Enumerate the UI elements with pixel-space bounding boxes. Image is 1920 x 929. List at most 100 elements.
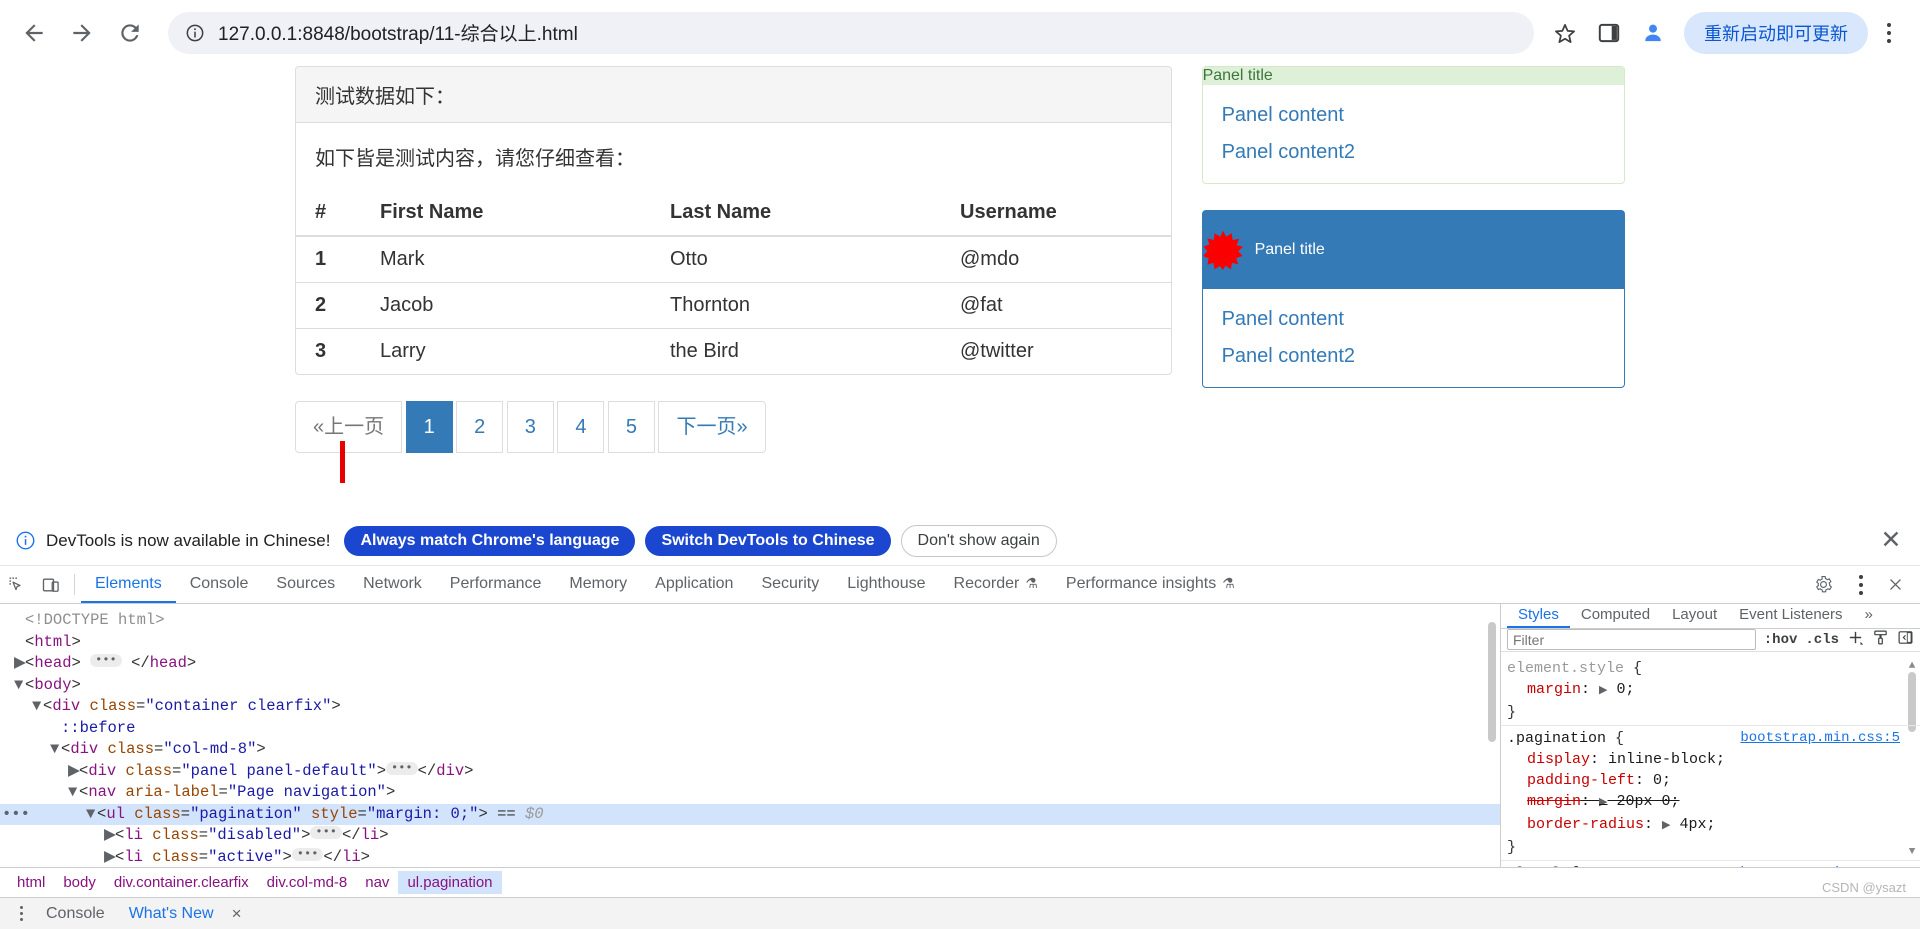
breadcrumb-body[interactable]: body bbox=[54, 871, 105, 894]
tab-lighthouse[interactable]: Lighthouse bbox=[833, 566, 939, 603]
disclosure-triangle-icon[interactable]: ▼ bbox=[68, 782, 79, 804]
breadcrumb-col-md-8[interactable]: div.col-md-8 bbox=[258, 871, 357, 894]
pagination-page-3[interactable]: 3 bbox=[506, 401, 554, 454]
address-bar[interactable]: 127.0.0.1:8848/bootstrap/11-综合以上.html bbox=[168, 11, 1534, 54]
style-source-link[interactable]: bootstrap.min.css:5 bbox=[1740, 728, 1900, 749]
panel-content-link[interactable]: Panel content2 bbox=[1222, 141, 1605, 164]
breadcrumb-html[interactable]: html bbox=[8, 871, 54, 894]
dom-node[interactable]: ▶<head> ••• </head> bbox=[0, 653, 1500, 675]
styles-tab-event-listeners[interactable]: Event Listeners bbox=[1728, 604, 1853, 628]
dom-node[interactable]: ▼ <div class="container clearfix"> bbox=[0, 696, 1500, 718]
tab-console[interactable]: Console bbox=[176, 566, 263, 603]
forward-button[interactable] bbox=[62, 13, 102, 53]
scrollbar-thumb[interactable] bbox=[1488, 622, 1496, 742]
dom-node[interactable]: ▼ <body> bbox=[0, 675, 1500, 697]
dom-node[interactable]: ▼ <div class="col-md-8"> bbox=[0, 739, 1500, 761]
dom-node[interactable]: ▶<li class="active"> ••• </li> bbox=[0, 847, 1500, 868]
devtools-more-button[interactable] bbox=[1844, 564, 1878, 606]
dom-scrollbar[interactable] bbox=[1486, 608, 1498, 778]
dont-show-again-button[interactable]: Don't show again bbox=[900, 524, 1057, 557]
dom-node[interactable]: ▼ <nav aria-label="Page navigation"> bbox=[0, 782, 1500, 804]
styles-filter-input[interactable] bbox=[1507, 629, 1756, 651]
pagination-page-5[interactable]: 5 bbox=[607, 401, 656, 454]
update-button[interactable]: 重新启动即可更新 bbox=[1684, 11, 1868, 54]
dom-node[interactable]: <!DOCTYPE html> bbox=[0, 610, 1500, 632]
pagination-page-1[interactable]: 1 bbox=[405, 401, 453, 454]
switch-devtools-language-button[interactable]: Switch DevTools to Chinese bbox=[645, 525, 891, 556]
style-source-link[interactable]: bootstrap.min.css:5 bbox=[1740, 863, 1900, 867]
pagination-page-link[interactable]: 5 bbox=[607, 401, 656, 454]
styles-tabs-overflow-button[interactable]: » bbox=[1854, 604, 1884, 628]
drawer-close-icon[interactable]: × bbox=[226, 904, 248, 924]
dom-node[interactable]: ▶<li class="disabled"> ••• </li> bbox=[0, 825, 1500, 847]
style-rule[interactable]: element.style {margin: ▶ 0;} bbox=[1501, 656, 1920, 726]
tab-performance[interactable]: Performance bbox=[436, 566, 556, 603]
panel-content-link[interactable]: Panel content bbox=[1222, 104, 1605, 127]
panel-content-link[interactable]: Panel content bbox=[1222, 308, 1605, 331]
style-declaration[interactable]: display: inline-block; bbox=[1507, 749, 1920, 770]
element-classes-button[interactable]: .cls bbox=[1805, 632, 1839, 648]
disclosure-triangle-icon[interactable]: ▼ bbox=[14, 675, 25, 697]
force-state-button[interactable]: :hov bbox=[1764, 632, 1798, 648]
disclosure-triangle-icon[interactable]: ▼ bbox=[86, 804, 97, 826]
drawer-more-button[interactable] bbox=[8, 906, 34, 921]
tab-application[interactable]: Application bbox=[641, 566, 747, 603]
tab-security[interactable]: Security bbox=[747, 566, 833, 603]
styles-tab-layout[interactable]: Layout bbox=[1661, 604, 1728, 628]
always-match-language-button[interactable]: Always match Chrome's language bbox=[344, 525, 636, 556]
style-rule[interactable]: .pagination {bootstrap.min.css:5 display:… bbox=[1501, 726, 1920, 861]
devtools-settings-button[interactable] bbox=[1806, 575, 1840, 594]
site-info-icon[interactable] bbox=[184, 22, 206, 44]
breadcrumb-ul-pagination[interactable]: ul.pagination bbox=[398, 871, 502, 894]
new-style-rule-icon[interactable] bbox=[1847, 629, 1864, 651]
dom-node[interactable]: ▶<div class="panel panel-default"> ••• </d… bbox=[0, 761, 1500, 783]
dom-tree-pane[interactable]: <!DOCTYPE html> <html> ▶<head> ••• </head>… bbox=[0, 604, 1500, 867]
styles-tab-styles[interactable]: Styles bbox=[1507, 604, 1570, 628]
styles-tab-computed[interactable]: Computed bbox=[1570, 604, 1661, 628]
tab-network[interactable]: Network bbox=[349, 566, 436, 603]
pagination-page-4[interactable]: 4 bbox=[557, 401, 605, 454]
disclosure-triangle-icon[interactable]: ▶ bbox=[14, 653, 26, 675]
style-declaration[interactable]: margin: ▶ 20px 0; bbox=[1507, 791, 1920, 814]
side-panel-button[interactable] bbox=[1588, 12, 1630, 54]
device-toolbar-button[interactable] bbox=[34, 566, 68, 603]
styles-rules-list[interactable]: ▲ ▼ element.style {margin: ▶ 0;} .paginat… bbox=[1501, 652, 1920, 867]
inspect-element-button[interactable] bbox=[0, 566, 34, 603]
dom-node[interactable]: <html> bbox=[0, 632, 1500, 654]
breadcrumb-container[interactable]: div.container.clearfix bbox=[105, 871, 258, 894]
tab-recorder[interactable]: Recorder ⚗ bbox=[940, 566, 1052, 603]
style-declaration[interactable]: border-radius: ▶ 4px; bbox=[1507, 814, 1920, 837]
computed-styles-sidebar-icon[interactable] bbox=[1872, 629, 1889, 651]
pagination-next-link[interactable]: 下一页» bbox=[658, 401, 766, 454]
style-rule-selector[interactable]: element.style { bbox=[1507, 658, 1920, 679]
tab-sources[interactable]: Sources bbox=[262, 566, 349, 603]
pagination-prev[interactable]: «上一页 bbox=[295, 401, 403, 454]
back-button[interactable] bbox=[14, 13, 54, 53]
style-declaration[interactable]: padding-left: 0; bbox=[1507, 770, 1920, 791]
disclosure-triangle-icon[interactable]: ▼ bbox=[50, 739, 61, 761]
drawer-tab-whats-new[interactable]: What's New bbox=[117, 905, 226, 923]
reload-button[interactable] bbox=[110, 13, 150, 53]
profile-button[interactable] bbox=[1632, 12, 1674, 54]
dom-node-selected[interactable]: ••• ▼ <ul class="pagination" style="margin… bbox=[0, 803, 1500, 826]
disclosure-triangle-icon[interactable]: ▼ bbox=[32, 696, 43, 718]
tab-memory[interactable]: Memory bbox=[555, 566, 641, 603]
pagination-page-link[interactable]: 4 bbox=[557, 401, 605, 454]
devtools-close-button[interactable] bbox=[1878, 576, 1912, 593]
disclosure-triangle-icon[interactable]: ▶ bbox=[68, 761, 80, 783]
pagination-page-link[interactable]: 3 bbox=[506, 401, 554, 454]
disclosure-triangle-icon[interactable]: ▶ bbox=[104, 825, 116, 847]
drawer-tab-console[interactable]: Console bbox=[34, 905, 117, 923]
panel-content-link[interactable]: Panel content2 bbox=[1222, 345, 1605, 368]
style-declaration[interactable]: margin: ▶ 0; bbox=[1507, 679, 1920, 702]
pagination-page-link[interactable]: 2 bbox=[456, 401, 504, 454]
bookmark-button[interactable] bbox=[1544, 12, 1586, 54]
disclosure-triangle-icon[interactable]: ▶ bbox=[104, 847, 116, 868]
style-rule[interactable]: ol, ul {bootstrap.min.css:5margin-top: 0… bbox=[1501, 861, 1920, 867]
toggle-sidebar-icon[interactable] bbox=[1897, 629, 1914, 651]
breadcrumb-nav[interactable]: nav bbox=[356, 871, 398, 894]
tab-performance-insights[interactable]: Performance insights ⚗ bbox=[1052, 566, 1249, 603]
pagination-page-link[interactable]: 1 bbox=[405, 401, 453, 454]
chrome-menu-button[interactable] bbox=[1872, 12, 1906, 54]
pagination-next[interactable]: 下一页» bbox=[658, 401, 766, 454]
